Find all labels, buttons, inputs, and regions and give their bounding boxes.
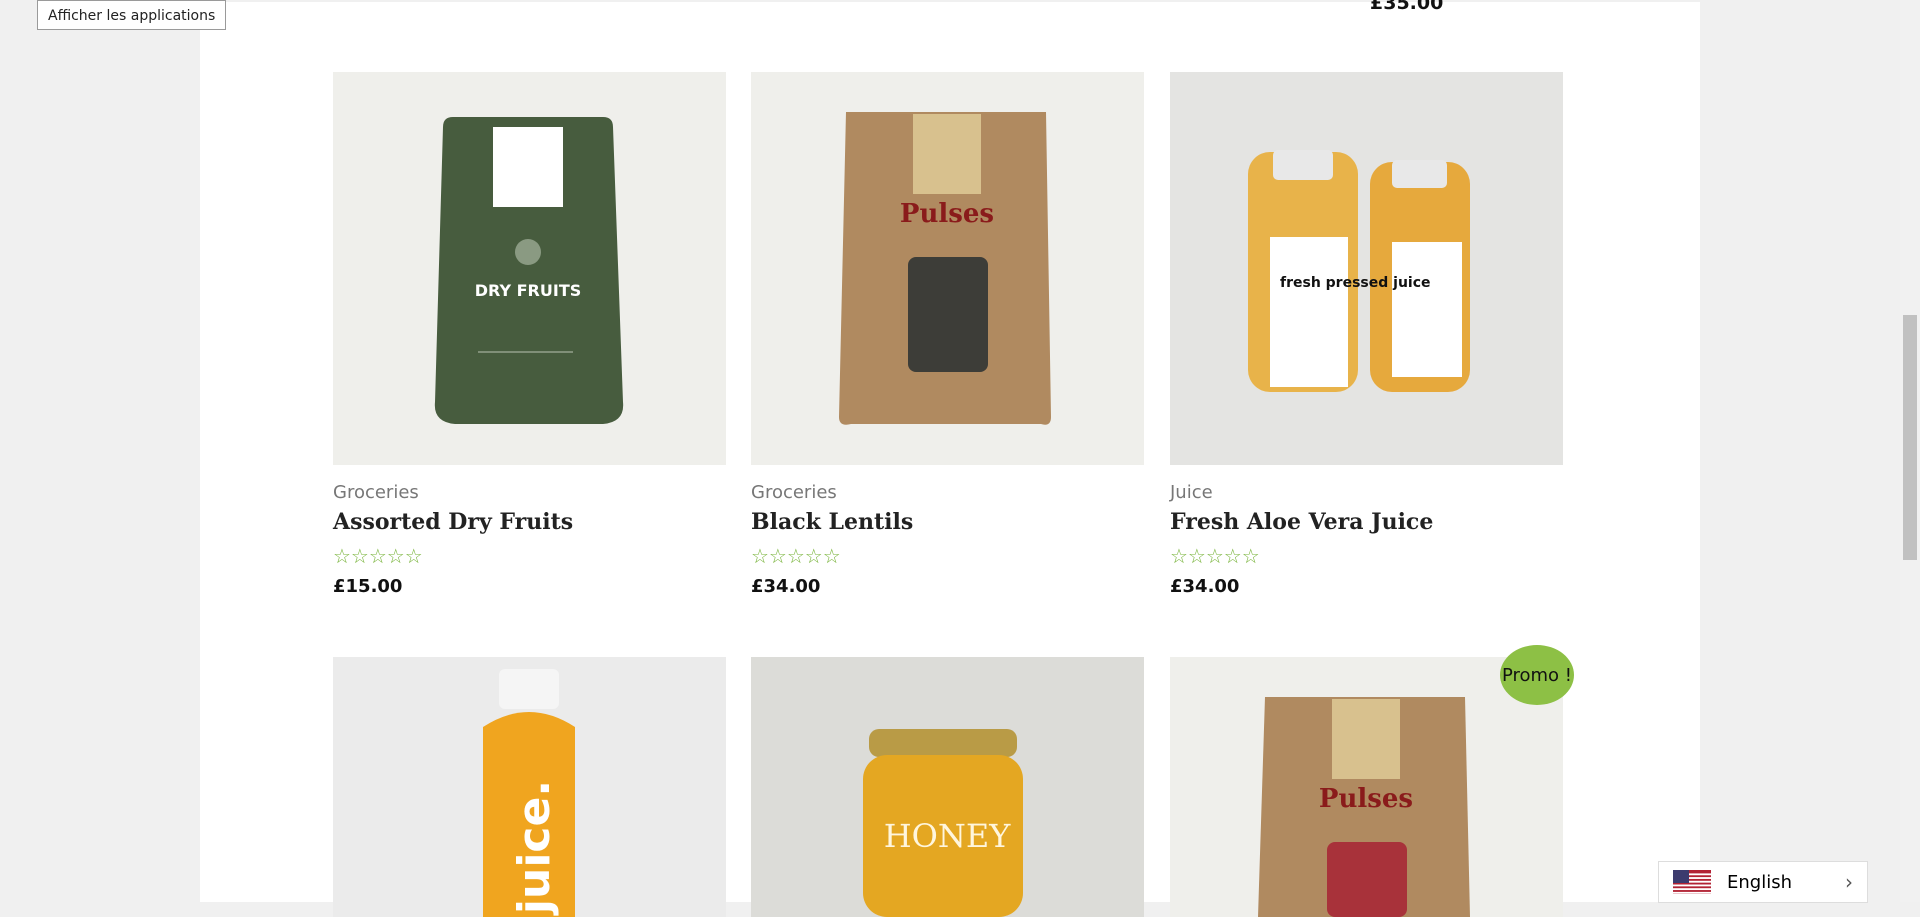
- product-image[interactable]: Pulses: [1170, 657, 1563, 917]
- language-label: English: [1727, 871, 1792, 893]
- product-image[interactable]: DRY FRUITS: [333, 72, 726, 465]
- product-image[interactable]: fresh pressed juice: [1170, 72, 1563, 465]
- product-grid-container: £35.00 DRY FRUITS Groceries Assorted Dry…: [200, 0, 1700, 917]
- rating-stars: ☆☆☆☆☆: [1170, 546, 1260, 568]
- product-price: £35.00: [1370, 0, 1444, 14]
- chevron-right-icon: ›: [1845, 870, 1853, 894]
- package-label: Pulses: [900, 199, 994, 229]
- product-category[interactable]: Groceries: [751, 482, 837, 503]
- product-price: £34.00: [1170, 576, 1240, 597]
- product-price: £34.00: [751, 576, 821, 597]
- bottle-label: juice.: [509, 780, 560, 916]
- scrollbar-thumb[interactable]: [1903, 315, 1917, 560]
- bottle-label: fresh pressed juice: [1280, 275, 1431, 291]
- language-switcher[interactable]: English ›: [1658, 861, 1868, 903]
- apps-tooltip: Afficher les applications: [37, 0, 227, 30]
- jar-label: HONEY: [884, 817, 1012, 855]
- rating-stars: ☆☆☆☆☆: [333, 546, 423, 568]
- product-title[interactable]: Assorted Dry Fruits: [333, 509, 573, 535]
- product-category[interactable]: Groceries: [333, 482, 419, 503]
- promo-badge: Promo !: [1500, 645, 1574, 705]
- product-title[interactable]: Fresh Aloe Vera Juice: [1170, 509, 1433, 535]
- product-price: £15.00: [333, 576, 403, 597]
- package-label: Pulses: [1319, 784, 1413, 814]
- package-label: DRY FRUITS: [475, 281, 582, 300]
- product-title[interactable]: Black Lentils: [751, 509, 913, 535]
- page-scrollbar[interactable]: [1900, 0, 1920, 902]
- product-image[interactable]: Pulses: [751, 72, 1144, 465]
- rating-stars: ☆☆☆☆☆: [751, 546, 841, 568]
- product-category[interactable]: Juice: [1170, 482, 1213, 503]
- us-flag-icon: [1673, 870, 1711, 894]
- product-image[interactable]: HONEY: [751, 657, 1144, 917]
- product-image[interactable]: juice.: [333, 657, 726, 917]
